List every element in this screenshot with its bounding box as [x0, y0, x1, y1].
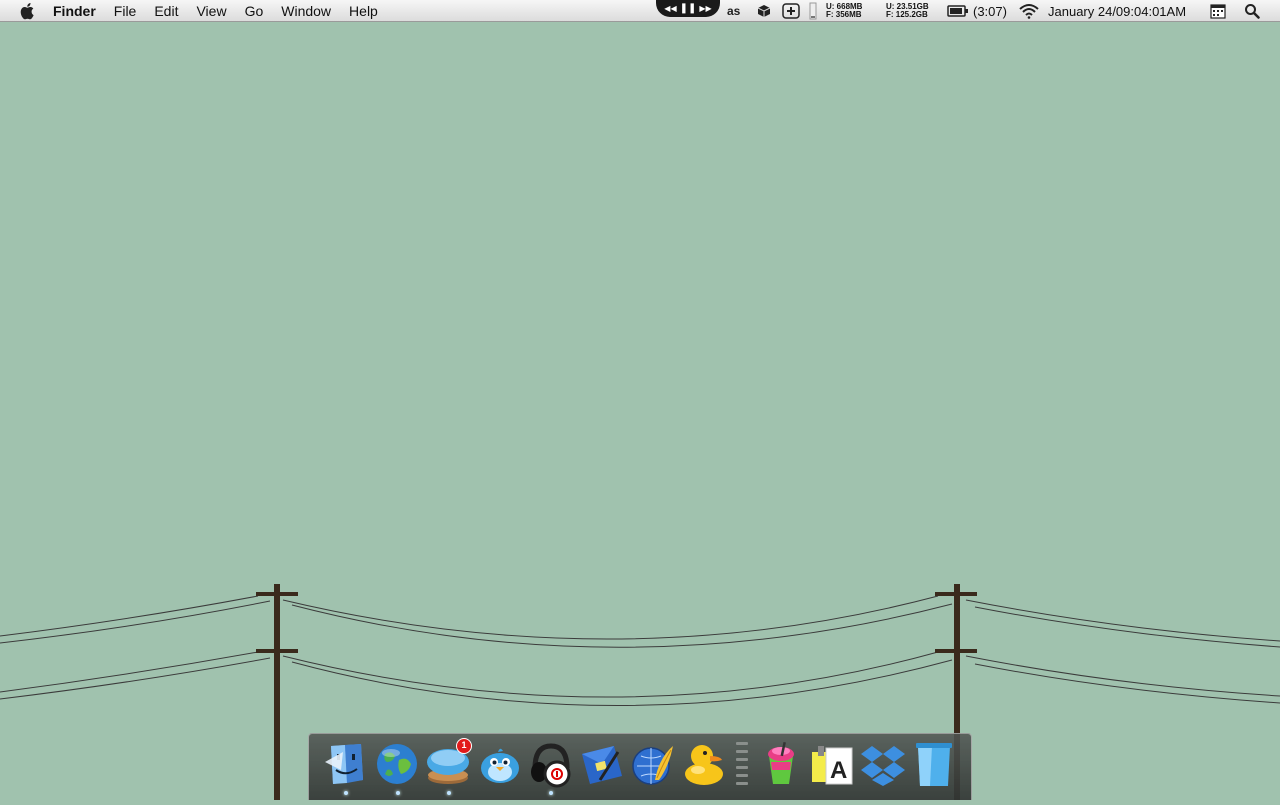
memory-free: F: 356MB — [826, 10, 862, 19]
battery-icon — [947, 5, 968, 17]
dock: 1 A — [308, 733, 972, 800]
dock-item-web-globe-app[interactable] — [629, 740, 677, 788]
slushie-cup-icon — [768, 741, 794, 784]
dock-item-trash[interactable] — [910, 740, 958, 788]
headphones-icon — [531, 743, 571, 788]
finder-icon — [325, 744, 363, 784]
trash-icon — [916, 743, 952, 786]
memory-stats[interactable]: U: 668MB F: 356MB — [826, 0, 862, 22]
apple-menu-icon[interactable] — [19, 2, 37, 20]
dock-item-dropbox[interactable] — [859, 740, 907, 788]
dock-item-finder[interactable] — [321, 740, 369, 788]
dock-item-textedit[interactable]: A — [808, 740, 856, 788]
dropbox-icon — [861, 746, 905, 786]
media-controls: ◀◀ ❚❚ ▶▶ — [656, 0, 720, 17]
disk-stats[interactable]: U: 23.51GB F: 125.2GB — [886, 0, 929, 22]
notification-badge: 1 — [456, 738, 472, 754]
lastfm-icon[interactable]: as — [727, 0, 747, 22]
globe-icon — [377, 744, 417, 784]
dock-running-indicator — [447, 791, 451, 795]
menu-window[interactable]: Window — [272, 0, 340, 22]
menu-view[interactable]: View — [187, 0, 235, 22]
svg-text:as: as — [727, 4, 741, 18]
bird-icon — [481, 748, 519, 783]
globe-quill-icon — [632, 746, 673, 785]
disk-free: F: 125.2GB — [886, 10, 928, 19]
battery-status[interactable]: (3:07) — [947, 0, 1007, 22]
menu-clock[interactable]: January 24/09:04:01AM — [1048, 0, 1186, 22]
fast-forward-icon[interactable]: ▶▶ — [699, 1, 711, 16]
menu-file[interactable]: File — [105, 0, 146, 22]
menu-help[interactable]: Help — [340, 0, 387, 22]
add-icon[interactable] — [782, 0, 800, 22]
mail-icon — [582, 746, 622, 784]
pause-icon[interactable]: ❚❚ — [680, 1, 697, 16]
dock-separator — [736, 742, 748, 794]
wifi-icon[interactable] — [1018, 0, 1040, 22]
menu-go[interactable]: Go — [236, 0, 273, 22]
dock-item-mail[interactable] — [578, 740, 626, 788]
battery-time: (3:07) — [973, 3, 1007, 19]
duck-icon — [685, 745, 723, 785]
menu-app-name[interactable]: Finder — [53, 0, 105, 22]
menu-edit[interactable]: Edit — [145, 0, 187, 22]
dock-item-beats-headphones[interactable] — [527, 740, 575, 788]
dock-running-indicator — [344, 791, 348, 795]
desktop-wallpaper — [0, 22, 1280, 800]
power-lines-illustration — [0, 584, 1280, 800]
calendar-icon[interactable] — [1210, 0, 1226, 22]
memory-gauge-icon — [809, 0, 817, 22]
rewind-icon[interactable]: ◀◀ — [664, 1, 676, 16]
dock-item-twitter-client[interactable] — [476, 740, 524, 788]
dock-running-indicator — [549, 791, 553, 795]
dock-running-indicator — [396, 791, 400, 795]
dock-item-cyberduck[interactable] — [680, 740, 728, 788]
textedit-icon: A — [812, 746, 853, 785]
spotlight-search-icon[interactable] — [1244, 0, 1260, 22]
menu-bar: Finder File Edit View Go Window Help ◀◀ … — [0, 0, 1280, 22]
dock-item-message-app[interactable]: 1 — [424, 738, 472, 788]
dock-item-slushie-app[interactable] — [757, 740, 805, 788]
dock-item-globe-browser[interactable] — [373, 740, 421, 788]
box-icon[interactable] — [757, 0, 771, 22]
svg-text:A: A — [830, 757, 847, 784]
